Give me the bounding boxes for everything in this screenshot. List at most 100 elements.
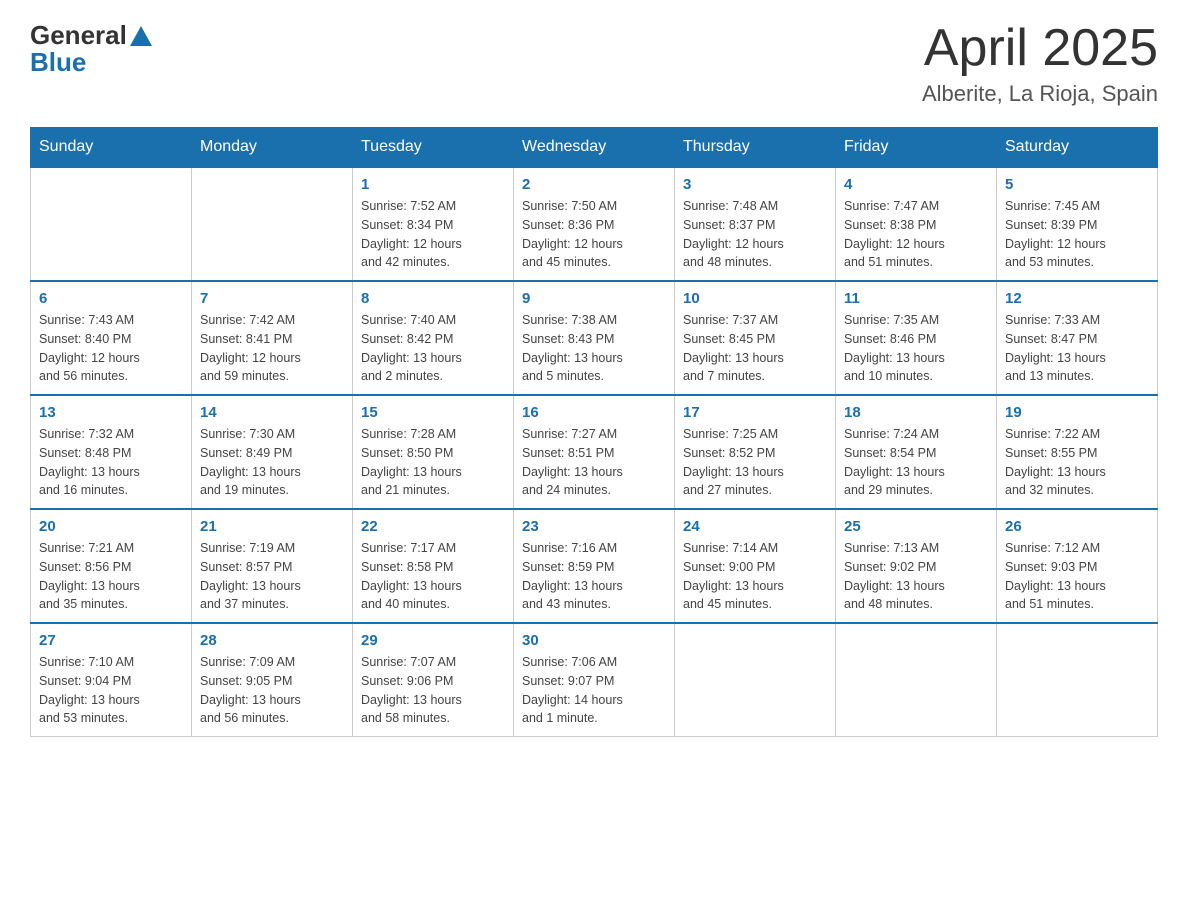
day-info: Sunrise: 7:40 AM Sunset: 8:42 PM Dayligh… xyxy=(361,311,505,386)
calendar-cell: 23 Sunrise: 7:16 AM Sunset: 8:59 PM Dayli… xyxy=(514,509,675,623)
day-number: 5 xyxy=(1005,176,1149,193)
day-number: 22 xyxy=(361,518,505,535)
logo-blue-text: Blue xyxy=(30,47,86,78)
calendar-cell: 13 Sunrise: 7:32 AM Sunset: 8:48 PM Dayli… xyxy=(31,395,192,509)
day-number: 1 xyxy=(361,176,505,193)
calendar-cell xyxy=(675,623,836,737)
day-info: Sunrise: 7:43 AM Sunset: 8:40 PM Dayligh… xyxy=(39,311,183,386)
calendar-table: SundayMondayTuesdayWednesdayThursdayFrid… xyxy=(30,127,1158,737)
weekday-header-row: SundayMondayTuesdayWednesdayThursdayFrid… xyxy=(31,128,1158,168)
calendar-body: 1Sunrise: 7:52 AM Sunset: 8:34 PM Daylig… xyxy=(31,167,1158,737)
calendar-cell: 18 Sunrise: 7:24 AM Sunset: 8:54 PM Dayli… xyxy=(836,395,997,509)
day-number: 24 xyxy=(683,518,827,535)
calendar-cell: 27 Sunrise: 7:10 AM Sunset: 9:04 PM Dayli… xyxy=(31,623,192,737)
day-info: Sunrise: 7:06 AM Sunset: 9:07 PM Dayligh… xyxy=(522,653,666,728)
day-number: 10 xyxy=(683,290,827,307)
day-info: Sunrise: 7:25 AM Sunset: 8:52 PM Dayligh… xyxy=(683,425,827,500)
day-number: 7 xyxy=(200,290,344,307)
calendar-cell: 5 Sunrise: 7:45 AM Sunset: 8:39 PM Daylig… xyxy=(997,167,1158,281)
calendar-cell: 17 Sunrise: 7:25 AM Sunset: 8:52 PM Dayli… xyxy=(675,395,836,509)
day-info: Sunrise: 7:12 AM Sunset: 9:03 PM Dayligh… xyxy=(1005,539,1149,614)
calendar-cell: 8 Sunrise: 7:40 AM Sunset: 8:42 PM Daylig… xyxy=(353,281,514,395)
calendar-cell xyxy=(997,623,1158,737)
title-block: April 2025 Alberite, La Rioja, Spain xyxy=(922,20,1158,107)
calendar-header: SundayMondayTuesdayWednesdayThursdayFrid… xyxy=(31,128,1158,168)
calendar-week-row: 13 Sunrise: 7:32 AM Sunset: 8:48 PM Dayli… xyxy=(31,395,1158,509)
weekday-header-thursday: Thursday xyxy=(675,128,836,168)
day-info: Sunrise: 7:48 AM Sunset: 8:37 PM Dayligh… xyxy=(683,197,827,272)
day-number: 2 xyxy=(522,176,666,193)
day-info: Sunrise: 7:17 AM Sunset: 8:58 PM Dayligh… xyxy=(361,539,505,614)
day-number: 19 xyxy=(1005,404,1149,421)
day-number: 30 xyxy=(522,632,666,649)
day-info: Sunrise: 7:32 AM Sunset: 8:48 PM Dayligh… xyxy=(39,425,183,500)
day-info: Sunrise: 7:22 AM Sunset: 8:55 PM Dayligh… xyxy=(1005,425,1149,500)
calendar-cell: 9 Sunrise: 7:38 AM Sunset: 8:43 PM Daylig… xyxy=(514,281,675,395)
day-number: 17 xyxy=(683,404,827,421)
day-info: Sunrise: 7:33 AM Sunset: 8:47 PM Dayligh… xyxy=(1005,311,1149,386)
day-number: 26 xyxy=(1005,518,1149,535)
page-header: General Blue April 2025 Alberite, La Rio… xyxy=(30,20,1158,107)
weekday-header-saturday: Saturday xyxy=(997,128,1158,168)
day-number: 27 xyxy=(39,632,183,649)
day-info: Sunrise: 7:21 AM Sunset: 8:56 PM Dayligh… xyxy=(39,539,183,614)
day-info: Sunrise: 7:28 AM Sunset: 8:50 PM Dayligh… xyxy=(361,425,505,500)
day-info: Sunrise: 7:45 AM Sunset: 8:39 PM Dayligh… xyxy=(1005,197,1149,272)
day-info: Sunrise: 7:27 AM Sunset: 8:51 PM Dayligh… xyxy=(522,425,666,500)
day-info: Sunrise: 7:42 AM Sunset: 8:41 PM Dayligh… xyxy=(200,311,344,386)
day-info: Sunrise: 7:16 AM Sunset: 8:59 PM Dayligh… xyxy=(522,539,666,614)
calendar-cell xyxy=(192,167,353,281)
calendar-cell: 25 Sunrise: 7:13 AM Sunset: 9:02 PM Dayli… xyxy=(836,509,997,623)
calendar-cell: 1Sunrise: 7:52 AM Sunset: 8:34 PM Daylig… xyxy=(353,167,514,281)
day-number: 13 xyxy=(39,404,183,421)
calendar-cell: 21Sunrise: 7:19 AM Sunset: 8:57 PM Dayli… xyxy=(192,509,353,623)
weekday-header-monday: Monday xyxy=(192,128,353,168)
day-number: 11 xyxy=(844,290,988,307)
calendar-cell: 12 Sunrise: 7:33 AM Sunset: 8:47 PM Dayli… xyxy=(997,281,1158,395)
day-number: 12 xyxy=(1005,290,1149,307)
calendar-cell: 28 Sunrise: 7:09 AM Sunset: 9:05 PM Dayli… xyxy=(192,623,353,737)
day-info: Sunrise: 7:13 AM Sunset: 9:02 PM Dayligh… xyxy=(844,539,988,614)
day-number: 21 xyxy=(200,518,344,535)
day-info: Sunrise: 7:38 AM Sunset: 8:43 PM Dayligh… xyxy=(522,311,666,386)
day-number: 16 xyxy=(522,404,666,421)
calendar-week-row: 27 Sunrise: 7:10 AM Sunset: 9:04 PM Dayli… xyxy=(31,623,1158,737)
day-number: 25 xyxy=(844,518,988,535)
logo: General Blue xyxy=(30,20,152,78)
day-info: Sunrise: 7:14 AM Sunset: 9:00 PM Dayligh… xyxy=(683,539,827,614)
day-number: 3 xyxy=(683,176,827,193)
weekday-header-tuesday: Tuesday xyxy=(353,128,514,168)
day-info: Sunrise: 7:09 AM Sunset: 9:05 PM Dayligh… xyxy=(200,653,344,728)
weekday-header-friday: Friday xyxy=(836,128,997,168)
calendar-cell: 11Sunrise: 7:35 AM Sunset: 8:46 PM Dayli… xyxy=(836,281,997,395)
calendar-cell: 7 Sunrise: 7:42 AM Sunset: 8:41 PM Daylig… xyxy=(192,281,353,395)
day-number: 28 xyxy=(200,632,344,649)
day-info: Sunrise: 7:10 AM Sunset: 9:04 PM Dayligh… xyxy=(39,653,183,728)
day-info: Sunrise: 7:24 AM Sunset: 8:54 PM Dayligh… xyxy=(844,425,988,500)
calendar-cell: 26 Sunrise: 7:12 AM Sunset: 9:03 PM Dayli… xyxy=(997,509,1158,623)
logo-triangle-icon xyxy=(130,26,152,46)
weekday-header-wednesday: Wednesday xyxy=(514,128,675,168)
calendar-cell: 14Sunrise: 7:30 AM Sunset: 8:49 PM Dayli… xyxy=(192,395,353,509)
day-info: Sunrise: 7:37 AM Sunset: 8:45 PM Dayligh… xyxy=(683,311,827,386)
calendar-cell: 30 Sunrise: 7:06 AM Sunset: 9:07 PM Dayli… xyxy=(514,623,675,737)
day-number: 8 xyxy=(361,290,505,307)
day-info: Sunrise: 7:30 AM Sunset: 8:49 PM Dayligh… xyxy=(200,425,344,500)
day-number: 20 xyxy=(39,518,183,535)
calendar-cell: 10 Sunrise: 7:37 AM Sunset: 8:45 PM Dayli… xyxy=(675,281,836,395)
calendar-cell: 16 Sunrise: 7:27 AM Sunset: 8:51 PM Dayli… xyxy=(514,395,675,509)
day-number: 29 xyxy=(361,632,505,649)
day-number: 9 xyxy=(522,290,666,307)
day-info: Sunrise: 7:50 AM Sunset: 8:36 PM Dayligh… xyxy=(522,197,666,272)
calendar-cell: 19 Sunrise: 7:22 AM Sunset: 8:55 PM Dayli… xyxy=(997,395,1158,509)
calendar-cell: 4Sunrise: 7:47 AM Sunset: 8:38 PM Daylig… xyxy=(836,167,997,281)
day-info: Sunrise: 7:47 AM Sunset: 8:38 PM Dayligh… xyxy=(844,197,988,272)
calendar-week-row: 1Sunrise: 7:52 AM Sunset: 8:34 PM Daylig… xyxy=(31,167,1158,281)
calendar-cell xyxy=(31,167,192,281)
day-number: 18 xyxy=(844,404,988,421)
calendar-cell: 20 Sunrise: 7:21 AM Sunset: 8:56 PM Dayli… xyxy=(31,509,192,623)
calendar-cell xyxy=(836,623,997,737)
calendar-cell: 24 Sunrise: 7:14 AM Sunset: 9:00 PM Dayli… xyxy=(675,509,836,623)
day-number: 23 xyxy=(522,518,666,535)
calendar-cell: 6Sunrise: 7:43 AM Sunset: 8:40 PM Daylig… xyxy=(31,281,192,395)
